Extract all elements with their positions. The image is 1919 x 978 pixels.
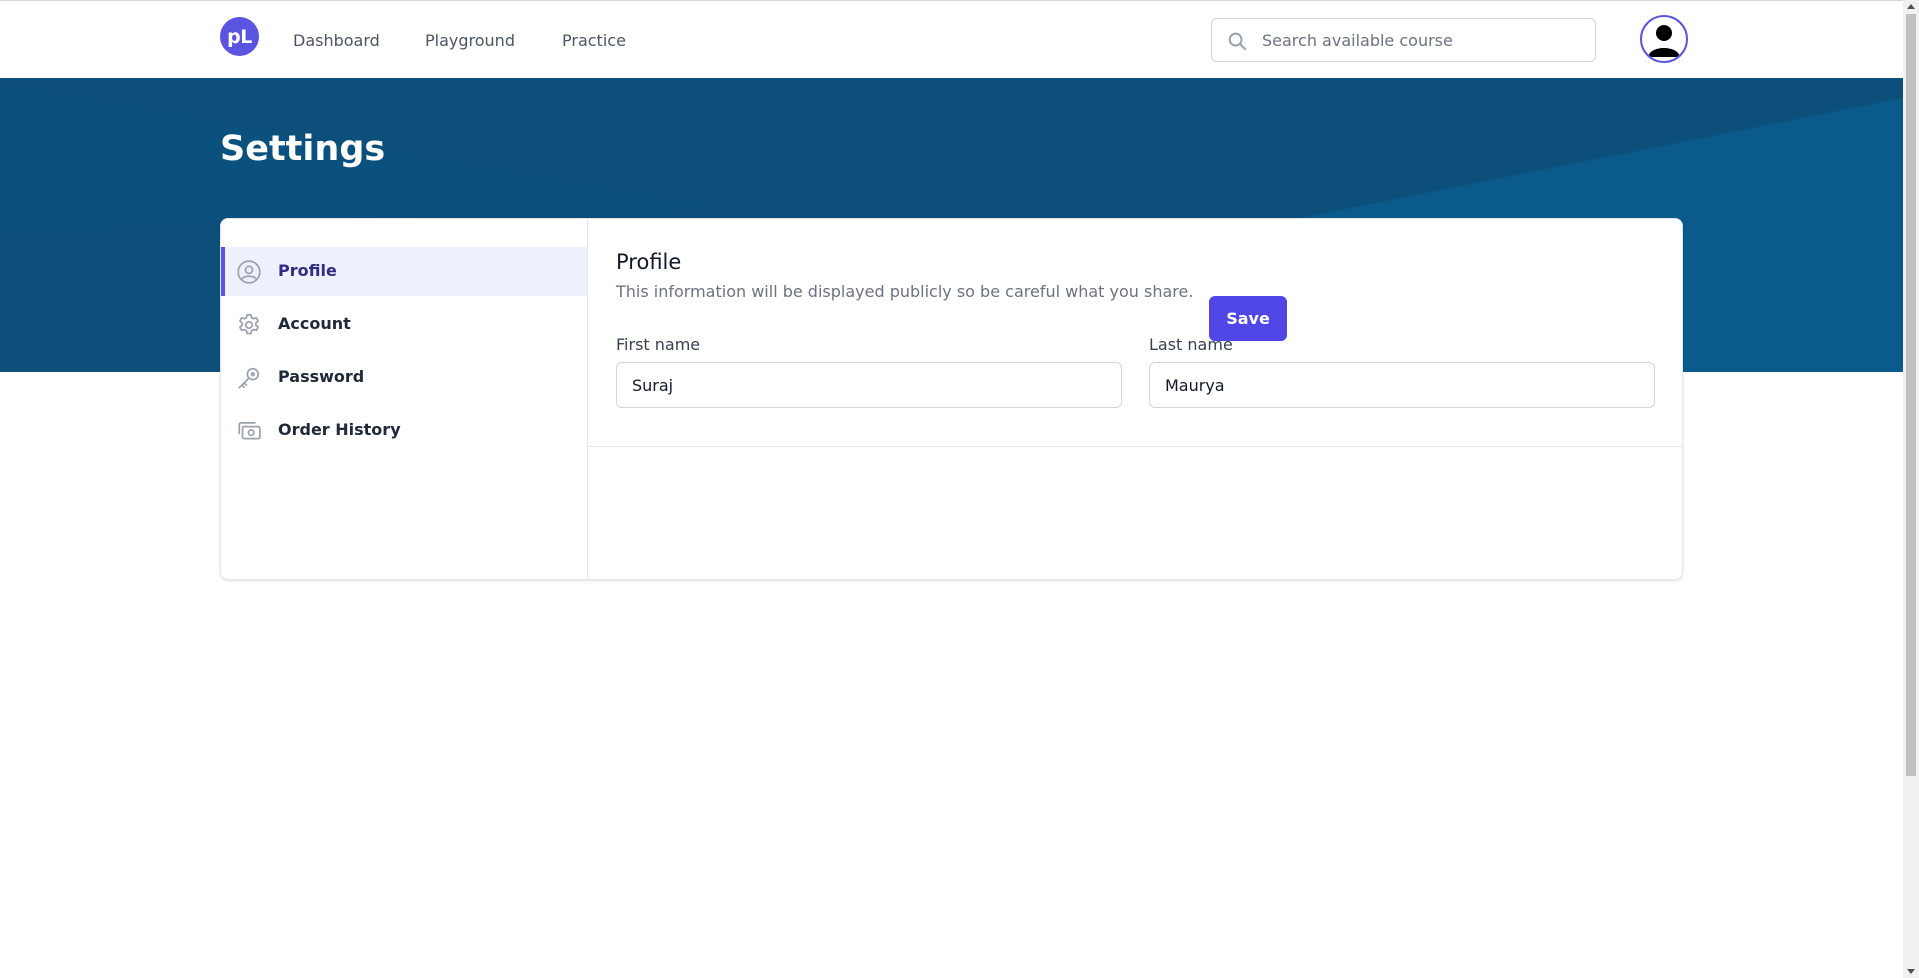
user-avatar-icon <box>1648 25 1680 57</box>
page-scrollbar[interactable] <box>1903 0 1919 978</box>
settings-sidebar: Profile Account Password Order History <box>221 219 588 579</box>
search-input[interactable] <box>1262 19 1582 61</box>
profile-panel: Profile This information will be display… <box>588 219 1682 579</box>
nav-link-playground[interactable]: Playground <box>425 31 515 51</box>
sidebar-item-label: Profile <box>278 261 337 280</box>
search-box[interactable] <box>1211 18 1596 62</box>
user-avatar-button[interactable] <box>1640 15 1688 63</box>
scroll-thumb[interactable] <box>1906 14 1916 776</box>
scroll-down-arrow-icon[interactable] <box>1907 969 1915 974</box>
first-name-field[interactable] <box>616 362 1122 408</box>
key-icon <box>238 367 260 389</box>
sidebar-item-label: Account <box>278 314 351 333</box>
gear-icon <box>239 313 259 335</box>
save-button[interactable]: Save <box>1209 296 1287 341</box>
app-logo[interactable]: pL <box>220 17 259 56</box>
cash-icon <box>238 422 261 440</box>
profile-section-description: This information will be displayed publi… <box>616 282 1194 301</box>
first-name-label: First name <box>616 335 701 354</box>
sidebar-item-label: Password <box>278 367 365 386</box>
search-icon <box>1228 32 1247 51</box>
settings-card: Profile Account Password Order History P… <box>220 218 1683 580</box>
sidebar-item-order-history[interactable]: Order History <box>221 406 587 455</box>
page-title: Settings <box>220 129 386 169</box>
section-divider <box>588 446 1682 447</box>
scroll-up-arrow-icon[interactable] <box>1907 4 1915 9</box>
sidebar-item-label: Order History <box>278 420 401 439</box>
sidebar-item-account[interactable]: Account <box>221 300 587 349</box>
nav-link-dashboard[interactable]: Dashboard <box>293 31 380 51</box>
user-circle-icon <box>237 260 261 284</box>
sidebar-item-password[interactable]: Password <box>221 353 587 402</box>
top-navbar: pL Dashboard Playground Practice <box>0 0 1903 78</box>
last-name-field[interactable] <box>1149 362 1655 408</box>
profile-section-title: Profile <box>616 250 682 274</box>
sidebar-item-profile[interactable]: Profile <box>221 247 587 296</box>
nav-link-practice[interactable]: Practice <box>562 31 626 51</box>
